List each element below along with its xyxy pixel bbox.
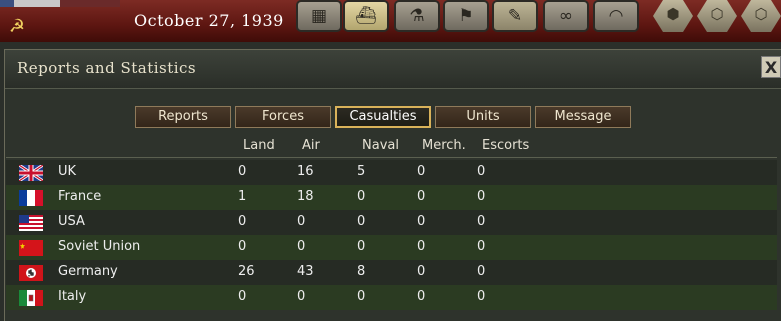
- land-value: 26: [238, 264, 255, 279]
- table-row[interactable]: Soviet Union 0 0 0 0 0: [6, 235, 777, 260]
- naval-value: 8: [357, 264, 366, 279]
- air-value: 0: [297, 239, 306, 254]
- hex-cluster-icon: ⬡: [710, 5, 724, 23]
- merch-value: 0: [417, 164, 426, 179]
- hex-cluster-button[interactable]: ⬡: [697, 0, 737, 32]
- hex-extra-button[interactable]: ⬡: [741, 0, 781, 32]
- merch-value: 0: [417, 189, 426, 204]
- air-value: 0: [297, 214, 306, 229]
- current-date: October 27, 1939: [134, 11, 284, 30]
- factory-icon: ▦: [310, 6, 328, 26]
- naval-value: 5: [357, 164, 366, 179]
- reports-button[interactable]: ✎: [492, 0, 538, 32]
- helmet-icon: ◠: [608, 6, 624, 26]
- nation-flag-strip: [0, 0, 120, 7]
- uk-flag-icon: [19, 165, 43, 181]
- table-row[interactable]: Germany 26 43 8 0 0: [6, 260, 777, 285]
- column-header-naval: Naval: [362, 138, 399, 153]
- hex-view-button[interactable]: ⬢: [653, 0, 693, 32]
- naval-value: 0: [357, 239, 366, 254]
- research-button[interactable]: ⚗: [394, 0, 440, 32]
- close-button[interactable]: X: [761, 56, 781, 78]
- usa-flag-icon: [19, 215, 43, 231]
- italy-flag-icon: [19, 290, 43, 306]
- merch-value: 0: [417, 239, 426, 254]
- country-name: UK: [58, 164, 77, 179]
- land-value: 0: [238, 289, 247, 304]
- table-row[interactable]: UK 0 16 5 0 0: [6, 160, 777, 185]
- naval-value: 0: [357, 214, 366, 229]
- escorts-value: 0: [477, 164, 486, 179]
- column-header-merch: Merch.: [422, 138, 466, 153]
- air-value: 16: [297, 164, 314, 179]
- country-name: Soviet Union: [58, 239, 141, 254]
- air-value: 43: [297, 264, 314, 279]
- hex-extra-icon: ⬡: [754, 5, 768, 23]
- binoculars-icon: ∞: [558, 6, 574, 26]
- escorts-value: 0: [477, 214, 486, 229]
- tab-units[interactable]: Units: [435, 106, 531, 128]
- country-name: USA: [58, 214, 85, 229]
- air-value: 18: [297, 189, 314, 204]
- land-value: 0: [238, 164, 247, 179]
- microscope-icon: ⚗: [409, 6, 425, 26]
- country-name: Germany: [58, 264, 118, 279]
- naval-value: 0: [357, 289, 366, 304]
- column-header-escorts: Escorts: [482, 138, 530, 153]
- escorts-value: 0: [477, 189, 486, 204]
- escorts-value: 0: [477, 239, 486, 254]
- merch-value: 0: [417, 214, 426, 229]
- land-value: 0: [238, 214, 247, 229]
- air-value: 0: [297, 289, 306, 304]
- country-name: France: [58, 189, 102, 204]
- military-button[interactable]: ◠: [593, 0, 639, 32]
- table-row[interactable]: USA 0 0 0 0 0: [6, 210, 777, 235]
- table-row[interactable]: France 1 18 0 0 0: [6, 185, 777, 210]
- production-button[interactable]: ▦: [296, 0, 342, 32]
- soviet-flag-icon: [19, 240, 43, 256]
- tab-reports[interactable]: Reports: [135, 106, 231, 128]
- tab-casualties[interactable]: Casualties: [335, 106, 431, 128]
- flag-icon: ⚑: [458, 6, 474, 26]
- land-value: 0: [238, 239, 247, 254]
- tab-forces[interactable]: Forces: [235, 106, 331, 128]
- france-flag-icon: [19, 190, 43, 206]
- germany-flag-icon: [19, 265, 43, 281]
- merch-value: 0: [417, 289, 426, 304]
- diplomacy-button[interactable]: ⚑: [443, 0, 489, 32]
- ship-icon: ⛴: [355, 6, 377, 26]
- naval-button[interactable]: ⛴: [343, 0, 389, 32]
- table-row[interactable]: Italy 0 0 0 0 0: [6, 285, 777, 310]
- hex-single-icon: ⬢: [666, 5, 680, 23]
- naval-value: 0: [357, 189, 366, 204]
- hammer-sickle-icon: ☭: [8, 16, 26, 37]
- escorts-value: 0: [477, 264, 486, 279]
- merch-value: 0: [417, 264, 426, 279]
- tab-message[interactable]: Message: [535, 106, 631, 128]
- land-value: 1: [238, 189, 247, 204]
- column-header-air: Air: [302, 138, 320, 153]
- country-name: Italy: [58, 289, 87, 304]
- window-title: Reports and Statistics: [17, 59, 197, 77]
- top-bar: ☭ October 27, 1939 ▦ ⛴ ⚗ ⚑ ✎ ∞ ◠ ⬢ ⬡ ⬡: [0, 0, 781, 42]
- window-titlebar: Reports and Statistics X: [5, 50, 781, 89]
- escorts-value: 0: [477, 289, 486, 304]
- table-divider: [6, 157, 777, 158]
- report-icon: ✎: [507, 6, 523, 26]
- intelligence-button[interactable]: ∞: [543, 0, 589, 32]
- column-header-land: Land: [243, 138, 275, 153]
